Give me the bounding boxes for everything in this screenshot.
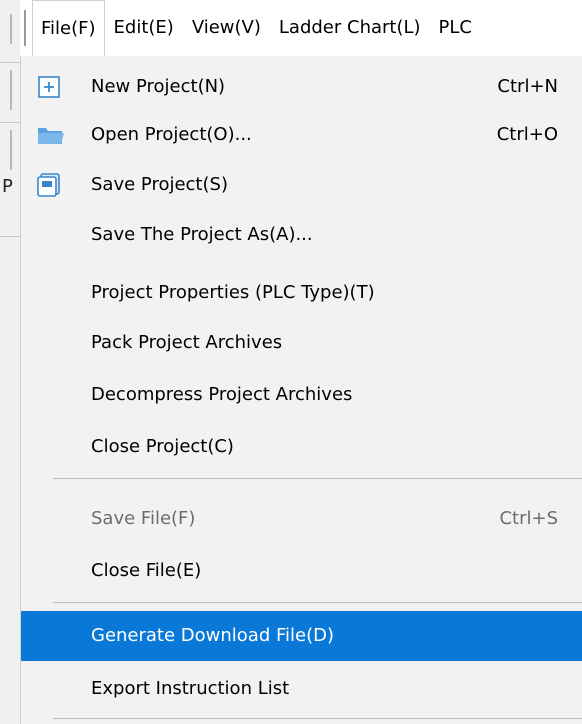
menu-item-label: Save File(F) xyxy=(91,508,196,529)
menu-item-label: Pack Project Archives xyxy=(91,332,283,353)
menu-item-close-file[interactable]: Close File(E) xyxy=(21,546,582,596)
menu-item-save-project[interactable]: Save Project(S) xyxy=(21,160,582,210)
menu-item-label: Save The Project As(A)... xyxy=(91,224,313,245)
menu-bar-separator xyxy=(24,10,26,46)
menu-item-label: Decompress Project Archives xyxy=(91,384,353,405)
file-menu-dropdown: New Project(N) Ctrl+N Open Project(O)...… xyxy=(20,56,582,724)
menu-ladder-chart[interactable]: Ladder Chart(L) xyxy=(270,0,430,56)
menu-item-shortcut: Ctrl+O xyxy=(496,124,558,145)
menu-item-save-project-as[interactable]: Save The Project As(A)... xyxy=(21,210,582,260)
toolbar-separator xyxy=(10,130,12,170)
menu-item-label: Project Properties (PLC Type)(T) xyxy=(91,282,375,303)
menu-item-shortcut: Ctrl+N xyxy=(497,76,558,97)
menu-item-label: Open Project(O)... xyxy=(91,124,252,145)
menu-item-generate-download-file[interactable]: Generate Download File(D) xyxy=(21,611,582,661)
menu-item-save-file: Save File(F) Ctrl+S xyxy=(21,494,582,544)
toolbar-separator xyxy=(10,70,12,110)
menu-item-open-project[interactable]: Open Project(O)... Ctrl+O xyxy=(21,110,582,160)
menu-item-label: Close Project(C) xyxy=(91,436,234,457)
menu-item-label: New Project(N) xyxy=(91,76,226,97)
menu-separator xyxy=(53,478,582,479)
menu-item-label: Export Instruction List xyxy=(91,678,290,699)
menu-item-decompress-archives[interactable]: Decompress Project Archives xyxy=(21,370,582,420)
menu-item-label: Close File(E) xyxy=(91,560,202,581)
folder-open-icon xyxy=(36,122,64,148)
app-window: P File(F) Edit(E) View(V) Ladder Chart(L… xyxy=(0,0,582,724)
menu-file[interactable]: File(F) xyxy=(32,0,105,56)
menu-separator xyxy=(53,602,582,603)
save-project-icon xyxy=(36,172,62,198)
menu-separator xyxy=(53,718,582,719)
menu-plc[interactable]: PLC xyxy=(430,0,481,56)
menu-item-label: Save Project(S) xyxy=(91,174,228,195)
new-project-icon xyxy=(36,74,62,100)
menu-item-new-project[interactable]: New Project(N) Ctrl+N xyxy=(21,62,582,112)
menu-bar: File(F) Edit(E) View(V) Ladder Chart(L) … xyxy=(20,0,582,56)
menu-item-label: Generate Download File(D) xyxy=(91,625,335,646)
partial-text: P xyxy=(2,176,13,197)
menu-view[interactable]: View(V) xyxy=(183,0,270,56)
toolbar-separator xyxy=(10,14,12,44)
menu-item-shortcut: Ctrl+S xyxy=(499,508,558,529)
menu-item-project-properties[interactable]: Project Properties (PLC Type)(T) xyxy=(21,268,582,318)
menu-item-close-project[interactable]: Close Project(C) xyxy=(21,422,582,472)
menu-item-export-instruction-list[interactable]: Export Instruction List xyxy=(21,664,582,714)
menu-edit[interactable]: Edit(E) xyxy=(105,0,183,56)
menu-item-pack-archives[interactable]: Pack Project Archives xyxy=(21,318,582,368)
